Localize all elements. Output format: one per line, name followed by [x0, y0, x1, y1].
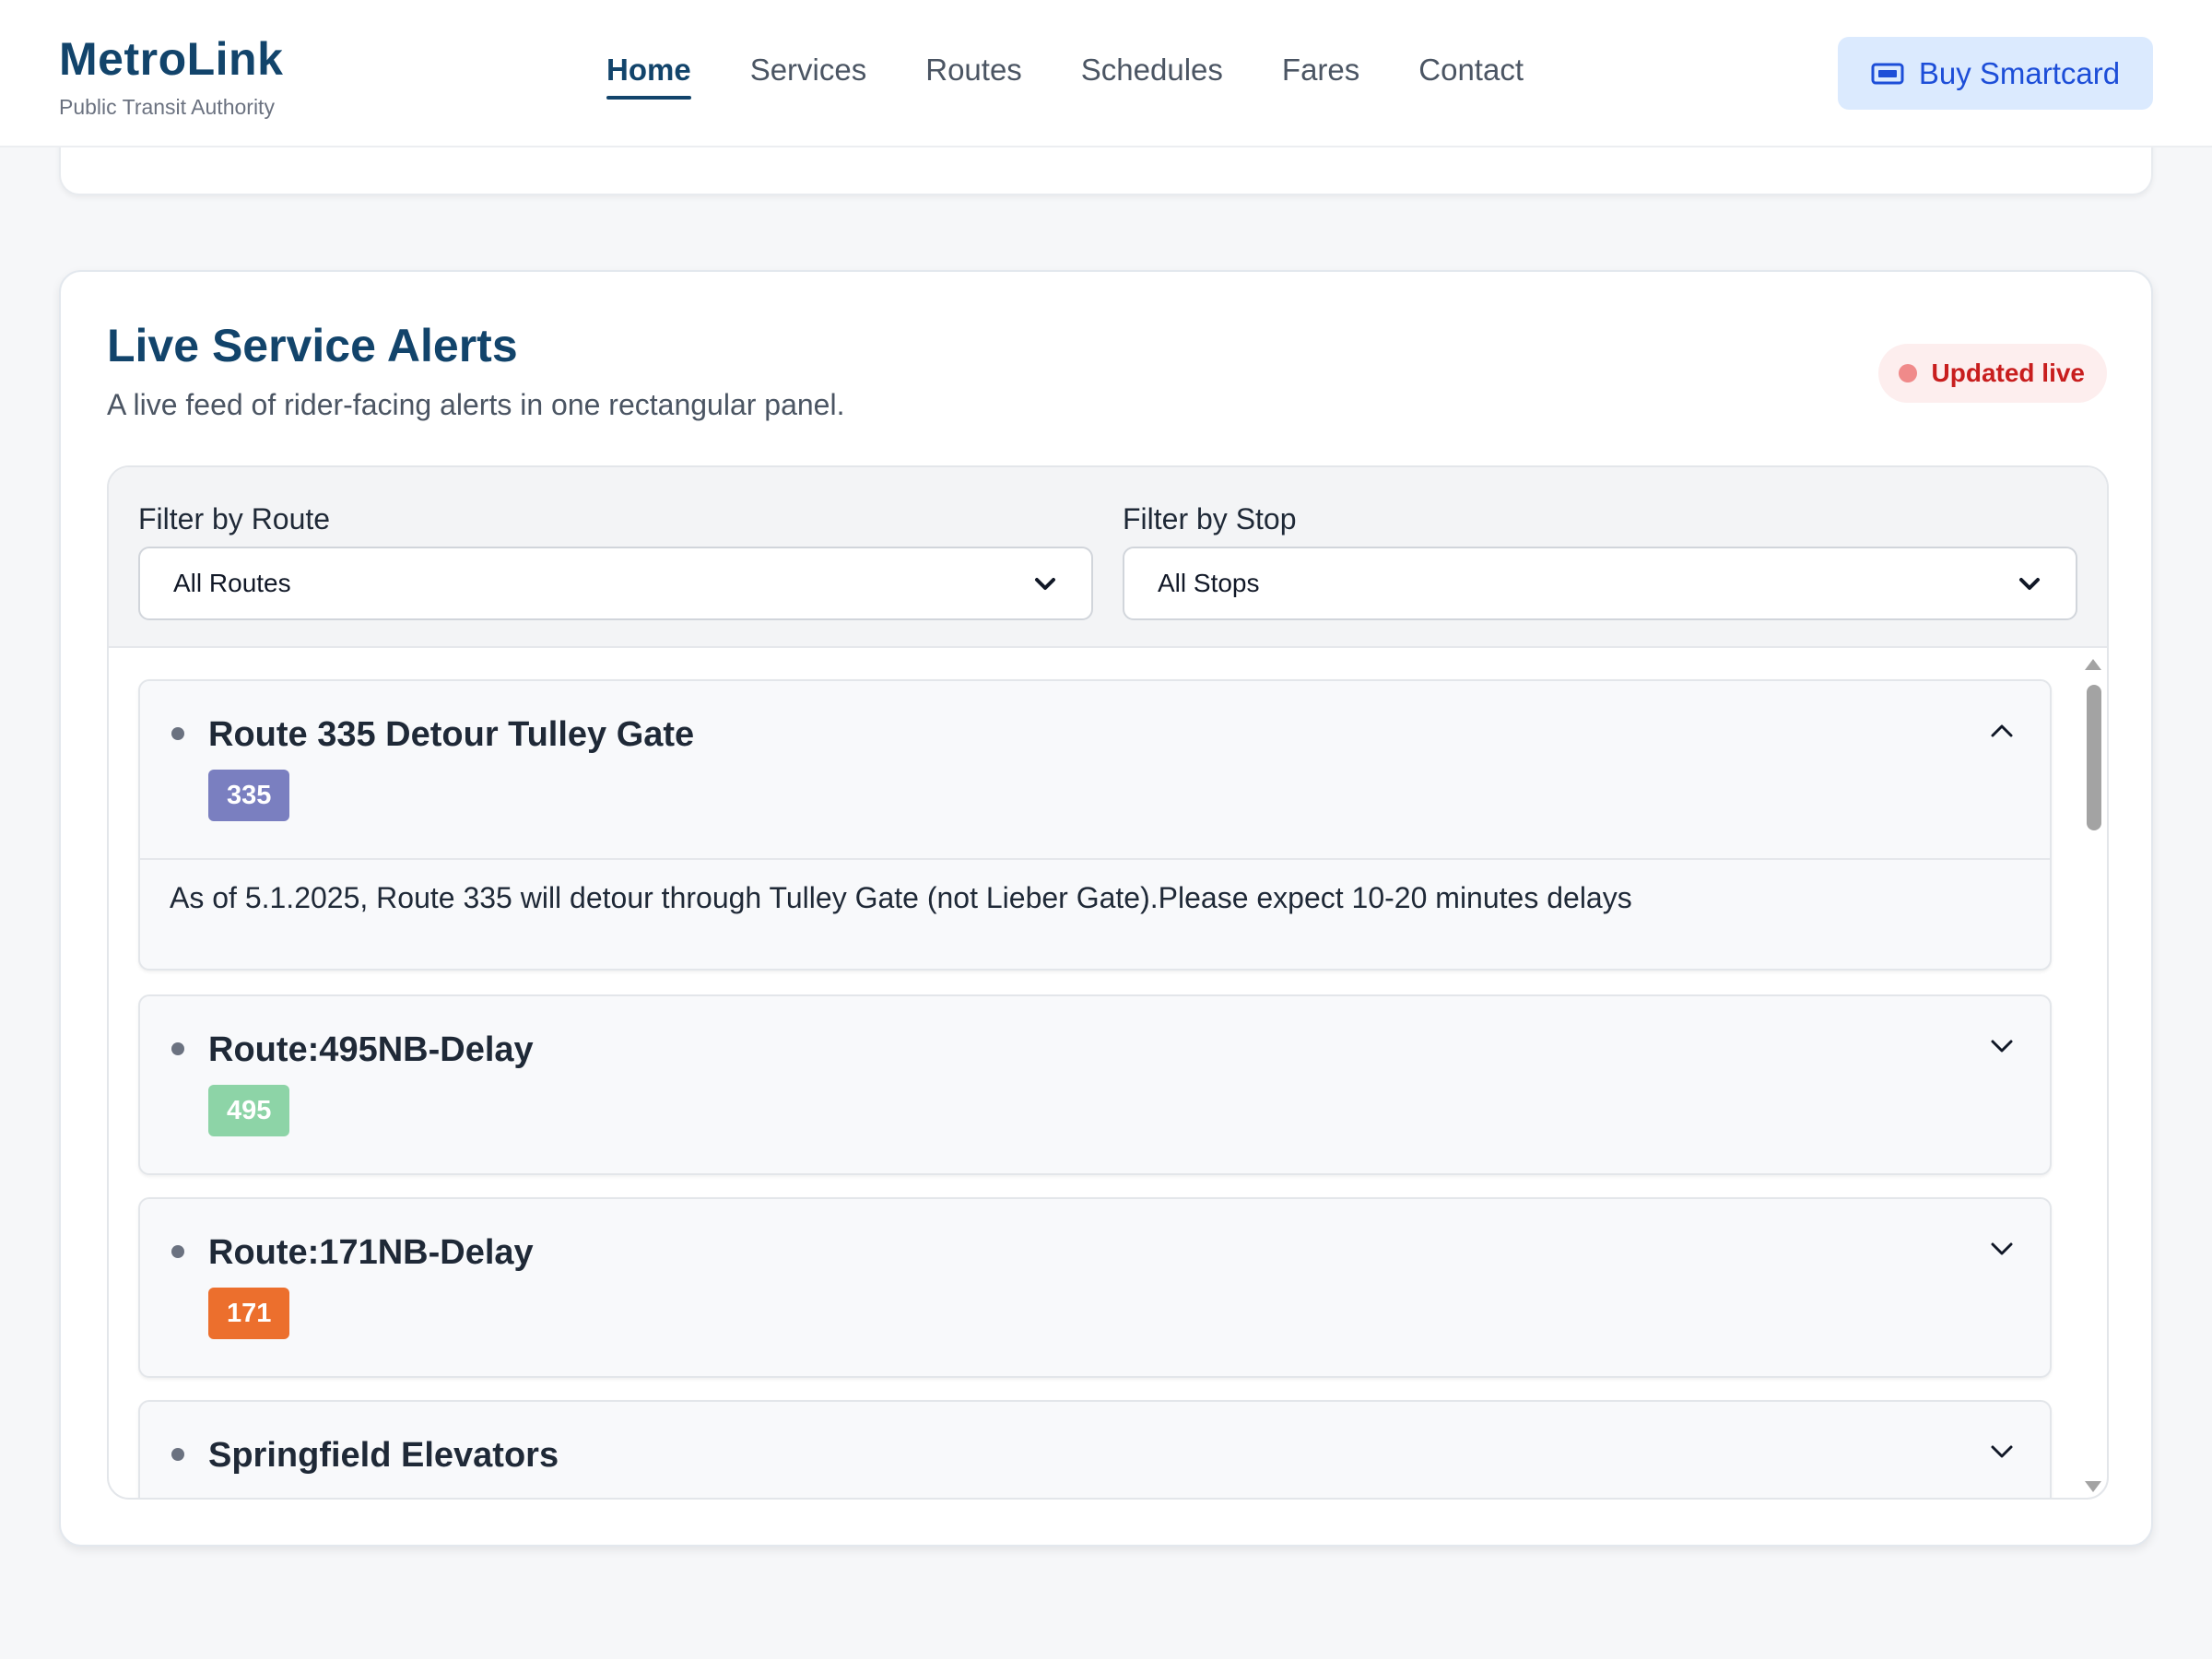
alert-title: Springfield Elevators: [208, 1436, 559, 1475]
stop-filter: Filter by Stop All Stops: [1123, 500, 2077, 620]
chevron-down-icon[interactable]: [1987, 1234, 2017, 1264]
route-filter: Filter by Route All Routes: [138, 500, 1093, 620]
alert-item: Route:171NB-Delay 171: [138, 1197, 2052, 1378]
filter-bar: Filter by Route All Routes Filter by Sto…: [109, 467, 2107, 648]
live-status-badge: Updated live: [1877, 344, 2107, 403]
main-nav: Home Services Routes Schedules Fares Con…: [606, 50, 1583, 100]
alerts-panel: Filter by Route All Routes Filter by Sto…: [107, 465, 2109, 1500]
bullet-icon: [171, 727, 184, 740]
scroll-down-arrow-icon[interactable]: [2085, 1481, 2101, 1492]
live-status-label: Updated live: [1931, 359, 2085, 387]
alerts-title: Live Service Alerts: [107, 320, 518, 371]
live-alerts-card: Live Service Alerts A live feed of rider…: [59, 270, 2153, 1547]
route-filter-label: Filter by Route: [138, 502, 331, 535]
chevron-down-icon[interactable]: [1987, 1437, 2017, 1466]
route-badge: 495: [208, 1085, 290, 1136]
bullet-icon: [171, 1448, 184, 1461]
chevron-down-icon: [1035, 578, 1055, 590]
stop-filter-select[interactable]: All Stops: [1123, 547, 2077, 620]
route-filter-value: All Routes: [173, 569, 291, 597]
bullet-icon: [171, 1245, 184, 1258]
alert-list-scrollbar[interactable]: [2077, 650, 2107, 1498]
brand-subtitle: Public Transit Authority: [59, 95, 275, 119]
nav-services[interactable]: Services: [750, 50, 867, 90]
live-dot-icon: [1898, 364, 1917, 382]
alert-body: As of 5.1.2025, Route 335 will detour th…: [140, 858, 2050, 969]
alert-item: Route 335 Detour Tulley Gate 335 As of 5…: [138, 679, 2052, 971]
scrollbar-thumb[interactable]: [2087, 685, 2101, 830]
brand[interactable]: MetroLink Public Transit Authority: [59, 31, 283, 120]
nav-home[interactable]: Home: [606, 50, 691, 100]
alert-item: Route:495NB-Delay 495: [138, 994, 2052, 1175]
brand-name[interactable]: MetroLink: [59, 31, 283, 87]
alert-header[interactable]: Springfield Elevators: [140, 1402, 2050, 1498]
alerts-subtitle: A live feed of rider-facing alerts in on…: [107, 388, 845, 421]
nav-routes[interactable]: Routes: [925, 50, 1022, 90]
alert-header[interactable]: Route:171NB-Delay 171: [140, 1199, 2050, 1376]
chevron-down-icon: [2019, 578, 2040, 590]
alert-header[interactable]: Route 335 Detour Tulley Gate 335: [140, 681, 2050, 858]
alert-list: Route 335 Detour Tulley Gate 335 As of 5…: [109, 650, 2107, 1498]
stop-filter-label: Filter by Stop: [1123, 502, 1297, 535]
nav-fares[interactable]: Fares: [1282, 50, 1359, 90]
alert-item: Springfield Elevators: [138, 1400, 2052, 1498]
alert-header[interactable]: Route:495NB-Delay 495: [140, 996, 2050, 1173]
route-badge: 171: [208, 1288, 290, 1339]
chevron-down-icon[interactable]: [1987, 1031, 2017, 1061]
nav-contact[interactable]: Contact: [1418, 50, 1524, 90]
alert-title: Route:495NB-Delay: [208, 1030, 534, 1069]
bullet-icon: [171, 1042, 184, 1055]
route-badge: 335: [208, 770, 290, 821]
site-header: MetroLink Public Transit Authority Home …: [0, 0, 2212, 147]
alert-title: Route 335 Detour Tulley Gate: [208, 715, 695, 754]
scroll-up-arrow-icon[interactable]: [2085, 659, 2101, 670]
stop-filter-value: All Stops: [1158, 569, 1260, 597]
buy-smartcard-button[interactable]: Buy Smartcard: [1838, 37, 2153, 110]
buy-smartcard-label: Buy Smartcard: [1918, 55, 2121, 90]
route-filter-select[interactable]: All Routes: [138, 547, 1093, 620]
chevron-up-icon[interactable]: [1987, 716, 2017, 746]
nav-schedules[interactable]: Schedules: [1081, 50, 1223, 90]
alert-title: Route:171NB-Delay: [208, 1233, 534, 1272]
ticket-icon: [1871, 63, 1904, 84]
